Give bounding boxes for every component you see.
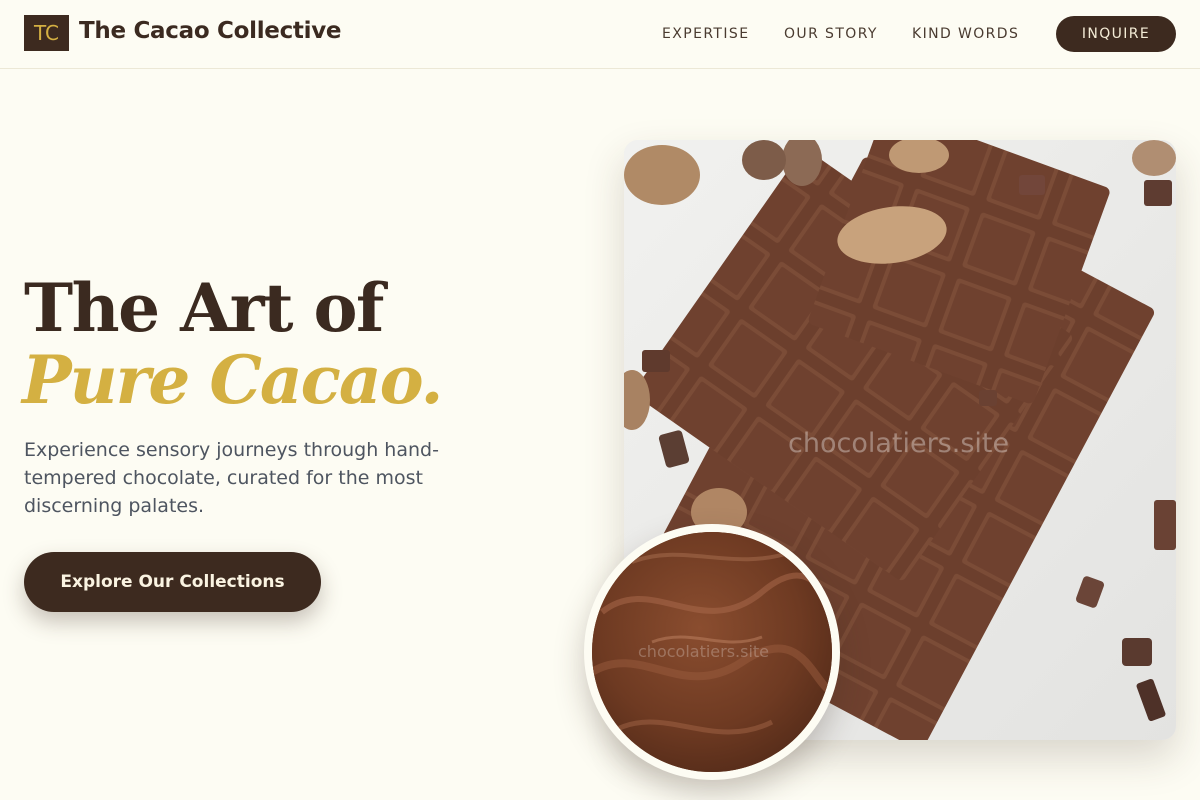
watermark-text: chocolatiers.site bbox=[788, 428, 1010, 459]
hero-headline-line1: The Art of bbox=[24, 269, 384, 347]
logo-mark[interactable]: TC bbox=[24, 15, 69, 51]
explore-collections-button[interactable]: Explore Our Collections bbox=[24, 552, 321, 612]
site-header: TC The Cacao Collective EXPERTISE OUR ST… bbox=[0, 0, 1200, 69]
nav-link-kind-words[interactable]: KIND WORDS bbox=[912, 26, 1019, 42]
nav-link-expertise[interactable]: EXPERTISE bbox=[662, 26, 749, 42]
brand-name[interactable]: The Cacao Collective bbox=[79, 18, 341, 44]
hero-subtext: Experience sensory journeys through hand… bbox=[24, 439, 439, 517]
nav-link-our-story[interactable]: OUR STORY bbox=[784, 26, 878, 42]
watermark-text-circle: chocolatiers.site bbox=[638, 642, 770, 661]
inquire-button[interactable]: INQUIRE bbox=[1056, 16, 1176, 52]
chocolate-spread-image: chocolatiers.site bbox=[584, 524, 840, 780]
hero-headline-line2: Pure Cacao. bbox=[22, 341, 443, 419]
